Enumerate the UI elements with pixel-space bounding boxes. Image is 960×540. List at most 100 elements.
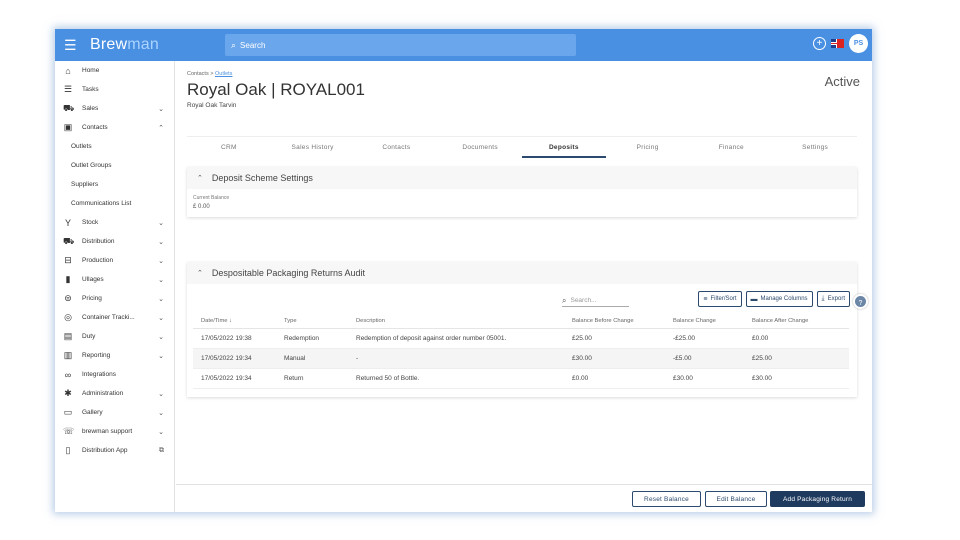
- external-link-icon[interactable]: ⧉: [159, 447, 164, 455]
- chevron-down-icon[interactable]: ⌄: [158, 219, 164, 227]
- manage-columns-label: Manage Columns: [760, 296, 808, 302]
- sidebar-item-label: Gallery: [82, 409, 103, 416]
- table-header-row: Date/Time ↓ Type Description Balance Before…: [193, 314, 849, 329]
- sidebar-item-suppliers[interactable]: Suppliers: [55, 175, 174, 194]
- sidebar-item-distribution-app[interactable]: ▯ Distribution App ⧉: [55, 441, 174, 460]
- chevron-down-icon[interactable]: ⌄: [158, 295, 164, 303]
- sidebar-item-label: Container Tracki...: [82, 314, 135, 321]
- sidebar-item-sales[interactable]: ⛟ Sales ⌄: [55, 99, 174, 118]
- sidebar-item-gallery[interactable]: ▭ Gallery ⌄: [55, 403, 174, 422]
- uk-flag-icon[interactable]: [831, 39, 844, 48]
- sidebar-item-tasks[interactable]: ☰ Tasks: [55, 80, 174, 99]
- tab-sales-history[interactable]: Sales History: [271, 137, 355, 158]
- chevron-down-icon[interactable]: ⌄: [158, 333, 164, 341]
- chevron-down-icon[interactable]: ⌄: [158, 257, 164, 265]
- sidebar-item-outlet-groups[interactable]: Outlet Groups: [55, 156, 174, 175]
- chevron-down-icon[interactable]: ⌄: [158, 352, 164, 360]
- link-icon: ∞: [64, 369, 72, 380]
- sidebar: ⌂ Home ☰ Tasks ⛟ Sales ⌄ ▣ Contacts ⌃ Outlets Outle…: [55, 61, 175, 512]
- audit-toolbar: ≡ Filter/Sort ▬ Manage Columns ⤓ Export: [698, 291, 850, 307]
- avatar[interactable]: PS: [849, 34, 868, 53]
- export-button[interactable]: ⤓ Export: [816, 291, 850, 307]
- add-icon[interactable]: +: [813, 37, 826, 50]
- main-content: Contacts > Outlets Royal Oak | ROYAL001 …: [176, 61, 872, 484]
- audit-header[interactable]: ⌃ Despositable Packaging Returns Audit: [187, 262, 857, 284]
- target-icon: ◎: [64, 312, 72, 322]
- gallery-icon: ▭: [63, 407, 73, 417]
- table-cell: Redemption of deposit against order numb…: [356, 335, 507, 342]
- sidebar-item-brewman-support[interactable]: ☏ brewman support ⌄: [55, 422, 174, 441]
- sidebar-item-label: Integrations: [82, 371, 116, 378]
- sidebar-item-stock[interactable]: Y Stock ⌄: [55, 213, 174, 232]
- tab-finance[interactable]: Finance: [690, 137, 774, 158]
- sidebar-item-pricing[interactable]: ⊜ Pricing ⌄: [55, 289, 174, 308]
- tab-crm[interactable]: CRM: [187, 137, 271, 158]
- chevron-down-icon[interactable]: ⌄: [158, 314, 164, 322]
- mobile-icon: ▯: [65, 445, 71, 455]
- filter-sort-button[interactable]: ≡ Filter/Sort: [698, 291, 742, 307]
- table-cell: -: [356, 355, 359, 362]
- breadcrumb-link-outlets[interactable]: Outlets: [215, 71, 232, 77]
- chevron-down-icon[interactable]: ⌄: [158, 276, 164, 284]
- footer-bar: Reset Balance Edit Balance Add Packaging…: [176, 484, 872, 512]
- sidebar-item-contacts[interactable]: ▣ Contacts ⌃: [55, 118, 174, 137]
- chevron-down-icon[interactable]: ⌄: [158, 390, 164, 398]
- edit-balance-button[interactable]: Edit Balance: [705, 491, 767, 507]
- table-row[interactable]: 17/05/2022 19:34 Return Returned 50 of Bot…: [193, 369, 849, 389]
- column-header[interactable]: Balance Before Change: [572, 318, 673, 324]
- chevron-down-icon[interactable]: ⌄: [158, 238, 164, 246]
- column-header[interactable]: Type: [284, 318, 356, 324]
- table-cell: Redemption: [284, 335, 320, 342]
- manage-columns-button[interactable]: ▬ Manage Columns: [745, 291, 813, 307]
- sidebar-item-container-tracki[interactable]: ◎ Container Tracki... ⌄: [55, 308, 174, 327]
- audit-title: Despositable Packaging Returns Audit: [211, 268, 365, 278]
- column-header[interactable]: Description: [356, 318, 572, 324]
- sidebar-item-communications-list[interactable]: Communications List: [55, 194, 174, 213]
- column-header[interactable]: Date/Time ↓: [193, 318, 284, 324]
- list-icon: ☰: [63, 84, 73, 94]
- reset-balance-button[interactable]: Reset Balance: [632, 491, 701, 507]
- tab-settings[interactable]: Settings: [773, 137, 857, 158]
- deposit-settings-title: Deposit Scheme Settings: [211, 173, 313, 183]
- sidebar-item-home[interactable]: ⌂ Home: [55, 61, 174, 80]
- audit-table: Date/Time ↓ Type Description Balance Before…: [193, 314, 849, 389]
- sidebar-item-ullages[interactable]: ▮ Ullages ⌄: [55, 270, 174, 289]
- tab-documents[interactable]: Documents: [438, 137, 522, 158]
- sidebar-item-label: Suppliers: [71, 181, 99, 188]
- column-header[interactable]: Balance Change: [673, 318, 752, 324]
- chevron-down-icon[interactable]: ⌄: [158, 105, 164, 113]
- audit-search-placeholder: Search...: [570, 297, 597, 304]
- sidebar-item-reporting[interactable]: ▥ Reporting ⌄: [55, 346, 174, 365]
- tab-deposits[interactable]: Deposits: [522, 137, 606, 158]
- help-icon[interactable]: ?: [853, 294, 868, 309]
- chevron-down-icon[interactable]: ⌄: [158, 409, 164, 417]
- sidebar-item-integrations[interactable]: ∞ Integrations: [55, 365, 174, 384]
- chevron-up-icon[interactable]: ⌃: [158, 124, 164, 132]
- table-cell: £25.00: [572, 335, 592, 342]
- global-search-input[interactable]: ⌕ Search: [225, 34, 576, 56]
- tab-contacts[interactable]: Contacts: [355, 137, 439, 158]
- table-cell: 17/05/2022 19:34: [201, 375, 252, 382]
- basket-icon: ⛟: [63, 102, 75, 113]
- chevron-down-icon[interactable]: ⌄: [158, 428, 164, 436]
- sidebar-item-outlets[interactable]: Outlets: [55, 137, 174, 156]
- table-row[interactable]: 17/05/2022 19:34 Manual - £30.00 -£5.00 £25.0…: [193, 349, 849, 369]
- sidebar-item-duty[interactable]: ▤ Duty ⌄: [55, 327, 174, 346]
- brand-logo[interactable]: Brewman: [90, 36, 159, 54]
- sidebar-item-production[interactable]: ⊟ Production ⌄: [55, 251, 174, 270]
- column-header[interactable]: Balance After Change: [752, 318, 849, 324]
- deposit-settings-header[interactable]: ⌃ Deposit Scheme Settings: [187, 167, 857, 189]
- add-packaging-return-button[interactable]: Add Packaging Return: [770, 491, 865, 507]
- tab-pricing[interactable]: Pricing: [606, 137, 690, 158]
- table-row[interactable]: 17/05/2022 19:38 Redemption Redemption of …: [193, 329, 849, 349]
- sidebar-item-distribution[interactable]: ⛟ Distribution ⌄: [55, 232, 174, 251]
- breadcrumb: Contacts > Outlets: [187, 71, 232, 77]
- menu-icon[interactable]: ☰: [64, 38, 84, 52]
- page-subtitle: Royal Oak Tarvin: [187, 102, 237, 109]
- audit-search-input[interactable]: ⌕ Search...: [562, 295, 629, 307]
- funnel-icon: Y: [64, 217, 71, 228]
- app-window: ☰ Brewman ⌕ Search + PS ⌂ Home ☰ Tasks ⛟ Sale…: [55, 29, 872, 512]
- sidebar-item-label: Outlet Groups: [71, 162, 112, 169]
- sidebar-item-administration[interactable]: ✱ Administration ⌄: [55, 384, 174, 403]
- status-badge: Active: [824, 74, 860, 89]
